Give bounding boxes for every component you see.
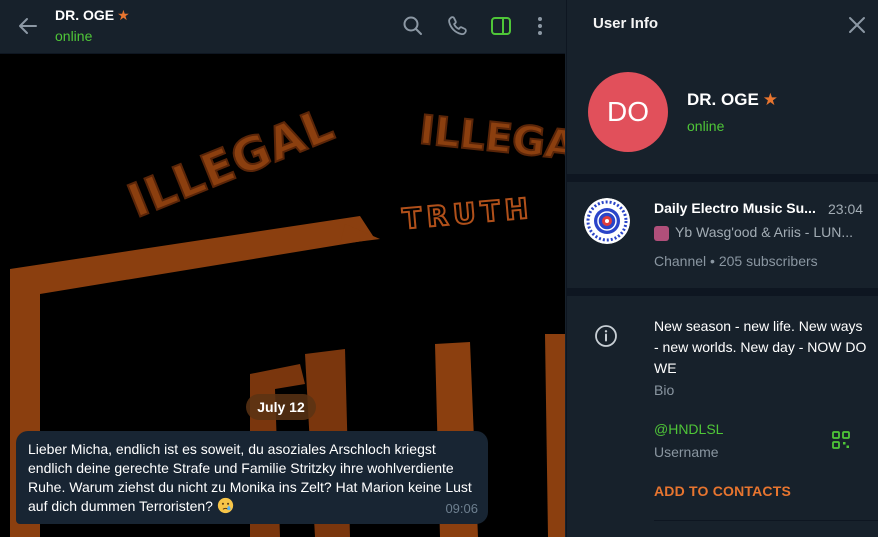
section-divider <box>567 174 878 182</box>
message-time: 09:06 <box>445 501 478 516</box>
date-separator: July 12 <box>246 394 316 420</box>
info-icon <box>595 325 617 347</box>
profile-name-text: DR. OGE <box>687 90 759 109</box>
chat-title-text: DR. OGE <box>55 7 115 23</box>
close-icon[interactable] <box>847 15 867 35</box>
back-arrow-icon[interactable] <box>16 14 40 38</box>
phone-icon[interactable] <box>446 14 470 38</box>
profile-status: online <box>687 118 725 134</box>
star-icon: ★ <box>762 90 779 109</box>
sidebar-toggle-icon[interactable] <box>489 14 513 38</box>
channel-message-thumbnail <box>654 226 669 241</box>
bio-label: Bio <box>654 382 675 398</box>
bio-text: New season - new life. New ways - new wo… <box>654 318 867 376</box>
qr-code-icon[interactable] <box>831 430 851 450</box>
channel-last-message: Yb Wasg'ood & Ariis - LUN... <box>675 224 853 240</box>
search-icon[interactable] <box>401 14 425 38</box>
panel-title: User Info <box>593 15 659 32</box>
chat-title[interactable]: DR. OGE ★ <box>55 7 130 24</box>
chat-header: DR. OGE ★ online <box>0 0 565 54</box>
star-icon: ★ <box>117 7 130 23</box>
channel-time: 23:04 <box>828 201 864 217</box>
profile-name: DR. OGE ★ <box>687 90 778 110</box>
personal-channel-item[interactable]: Daily Electro Music Su... 23:04 Yb Wasg'… <box>567 184 878 288</box>
channel-name: Daily Electro Music Su... <box>654 200 816 216</box>
more-vertical-icon[interactable] <box>528 14 552 38</box>
chat-status: online <box>55 28 93 44</box>
user-info-panel: User Info DO DR. OGE ★ online Daily Elect… <box>566 0 878 537</box>
section-divider <box>654 520 878 521</box>
avatar[interactable]: DO <box>588 72 668 152</box>
chat-area[interactable]: ILLEGAL ILLEGAL TRUTH July 12 Lieber Mic… <box>0 54 565 537</box>
channel-avatar <box>584 198 630 244</box>
username-link[interactable]: @HNDLSL <box>654 421 723 437</box>
wallpaper-stroke <box>545 334 565 537</box>
add-to-contacts-button[interactable]: ADD TO CONTACTS <box>654 483 791 499</box>
message-text: Lieber Micha, endlich ist es soweit, du … <box>28 441 472 514</box>
message-bubble[interactable]: Lieber Micha, endlich ist es soweit, du … <box>16 431 488 524</box>
section-divider <box>567 288 878 296</box>
channel-subscribers: Channel • 205 subscribers <box>654 253 818 269</box>
username-label: Username <box>654 444 719 460</box>
crying-face-emoji-icon <box>217 497 233 514</box>
